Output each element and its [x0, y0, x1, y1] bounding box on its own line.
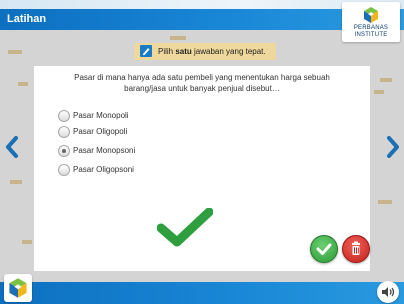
option-label: Pasar Oligopoli — [73, 127, 128, 136]
logo-mark-icon — [364, 7, 378, 23]
decor-dash — [374, 90, 384, 94]
decor-dash — [8, 50, 22, 54]
option-label: Pasar Monopsoni — [73, 146, 136, 155]
logo-mark-icon — [9, 278, 27, 298]
question-text: Pasar di mana hanya ada satu pembeli yan… — [34, 72, 370, 94]
instruction-text: Pilih satu jawaban yang tepat. — [158, 47, 266, 56]
logo-text-line2: INSTITUTE — [354, 32, 388, 38]
radio-button-selected[interactable] — [58, 145, 70, 157]
decor-dash — [22, 240, 32, 244]
page-title: Latihan — [7, 13, 47, 25]
radio-button[interactable] — [58, 164, 70, 176]
instruction-bold: satu — [175, 47, 192, 56]
option-label: Pasar Monopoli — [73, 111, 129, 120]
radio-button[interactable] — [58, 110, 70, 122]
submit-button[interactable] — [310, 235, 338, 263]
reset-button[interactable] — [342, 235, 370, 263]
check-mark-icon — [157, 208, 213, 247]
decor-dash — [380, 78, 392, 82]
chevron-right-icon — [387, 136, 399, 158]
chevron-left-icon — [6, 136, 18, 158]
radio-button[interactable] — [58, 126, 70, 138]
question-line2: barang/jasa untuk banyak penjual disebut… — [124, 84, 280, 93]
footer-logo — [4, 274, 32, 302]
question-line1: Pasar di mana hanya ada satu pembeli yan… — [74, 73, 330, 82]
option-label: Pasar Oligopsoni — [73, 165, 134, 174]
next-button[interactable] — [383, 130, 403, 164]
audio-button[interactable] — [377, 281, 399, 303]
pencil-note-icon — [140, 45, 152, 57]
perbanas-logo: PERBANAS INSTITUTE — [342, 2, 400, 42]
decor-dash — [378, 200, 392, 204]
check-circle-icon — [316, 243, 332, 255]
instruction-suffix: jawaban yang tepat. — [191, 47, 266, 56]
logo-text-line1: PERBANAS — [353, 25, 389, 31]
decor-dash — [170, 36, 186, 40]
trash-icon — [352, 241, 360, 255]
footer-bar — [0, 282, 404, 304]
decor-dash — [10, 180, 22, 184]
instruction-prefix: Pilih — [158, 47, 176, 56]
speaker-icon — [382, 287, 395, 297]
previous-button[interactable] — [2, 130, 22, 164]
decor-dash — [18, 82, 28, 86]
